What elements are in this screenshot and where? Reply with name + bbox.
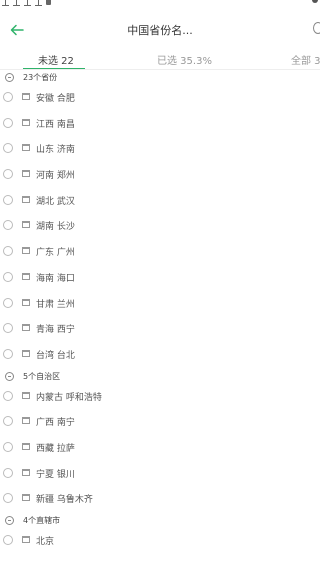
item-label: 新疆 乌鲁木齐 <box>36 495 93 506</box>
radio-button[interactable] <box>3 143 13 154</box>
radio-button[interactable] <box>3 169 13 180</box>
radio-button[interactable] <box>3 441 13 452</box>
tab-all[interactable]: 全部 34 <box>291 52 320 67</box>
document-icon <box>22 93 30 100</box>
battery-icon <box>46 0 51 5</box>
radio-button[interactable] <box>3 535 13 545</box>
signal-icon <box>2 0 9 6</box>
item-label: 青海 西宁 <box>36 325 75 336</box>
document-icon <box>22 349 30 357</box>
item-label: 安徽 合肥 <box>36 94 75 104</box>
item-label: 海南 海口 <box>36 273 75 284</box>
list-item[interactable]: 宁夏 银川 <box>0 462 320 488</box>
group-header[interactable]: 4个直辖市 <box>0 513 320 529</box>
item-label: 广东 广州 <box>36 248 75 259</box>
list-item[interactable]: 湖北 武汉 <box>0 189 320 215</box>
list-item[interactable]: 内蒙古 呼和浩特 <box>0 385 320 411</box>
group-label: 4个直辖市 <box>23 516 61 525</box>
header: 中国省份名... <box>0 10 320 50</box>
collapse-icon[interactable] <box>5 516 14 525</box>
item-label: 河南 郑州 <box>36 171 75 182</box>
page-title: 中国省份名... <box>127 24 193 37</box>
signal-icon <box>35 0 42 6</box>
item-label: 台湾 台北 <box>36 350 75 361</box>
radio-button[interactable] <box>3 271 13 282</box>
list-item[interactable]: 甘肃 兰州 <box>0 292 320 318</box>
item-label: 湖南 长沙 <box>36 222 75 233</box>
list-item[interactable]: 北京 <box>0 529 320 555</box>
tab-unselected[interactable]: 未选 22 <box>38 52 74 67</box>
list-item[interactable]: 安徽 合肥 <box>0 86 320 112</box>
document-icon <box>22 494 30 502</box>
item-label: 广西 南宁 <box>36 418 75 429</box>
group-header[interactable]: 5个自治区 <box>0 369 320 385</box>
tab-bar: 未选 22 已选 35.3% 全部 34 <box>0 48 320 70</box>
document-icon <box>22 221 30 229</box>
list-item[interactable]: 台湾 台北 <box>0 343 320 369</box>
list-item[interactable]: 广东 广州 <box>0 240 320 266</box>
collapse-icon[interactable] <box>5 73 14 82</box>
list-item[interactable]: 湖南 长沙 <box>0 214 320 240</box>
group-label: 5个自治区 <box>23 371 61 381</box>
province-list: 23个省份 安徽 合肥 江西 南昌 山东 济南 河南 郑州 湖北 武汉 湖南 长… <box>0 70 320 555</box>
item-label: 甘肃 兰州 <box>36 299 75 310</box>
list-item[interactable]: 新疆 乌鲁木齐 <box>0 487 320 513</box>
item-label: 山东 济南 <box>36 145 75 156</box>
list-item[interactable]: 山东 济南 <box>0 137 320 163</box>
item-label: 内蒙古 呼和浩特 <box>36 392 102 403</box>
document-icon <box>22 144 30 152</box>
document-icon <box>22 195 30 203</box>
group-label: 23个省份 <box>23 73 58 82</box>
radio-button[interactable] <box>3 117 13 128</box>
document-icon <box>22 391 30 399</box>
radio-button[interactable] <box>3 390 13 401</box>
radio-button[interactable] <box>3 467 13 478</box>
radio-button[interactable] <box>3 92 13 102</box>
item-label: 北京 <box>36 537 55 547</box>
radio-button[interactable] <box>3 246 13 257</box>
list-item[interactable]: 广西 南宁 <box>0 410 320 436</box>
document-icon <box>22 442 30 450</box>
item-label: 西藏 拉萨 <box>36 443 75 454</box>
document-icon <box>22 417 30 425</box>
document-icon <box>22 468 30 476</box>
group-header[interactable]: 23个省份 <box>0 70 320 86</box>
radio-button[interactable] <box>3 297 13 308</box>
radio-button[interactable] <box>3 348 13 359</box>
status-icons <box>2 0 51 6</box>
tab-selected[interactable]: 已选 35.3% <box>157 52 212 67</box>
search-icon[interactable] <box>313 22 320 34</box>
radio-button[interactable] <box>3 194 13 205</box>
collapse-icon[interactable] <box>5 371 14 381</box>
list-item[interactable]: 江西 南昌 <box>0 112 320 138</box>
document-icon <box>22 170 30 178</box>
item-label: 宁夏 银川 <box>36 469 75 480</box>
document-icon <box>22 324 30 332</box>
document-icon <box>22 118 30 126</box>
radio-button[interactable] <box>3 493 13 504</box>
signal-icon <box>13 0 20 6</box>
status-bar <box>0 0 320 10</box>
radio-button[interactable] <box>3 416 13 427</box>
item-label: 湖北 武汉 <box>36 196 75 207</box>
list-item[interactable]: 海南 海口 <box>0 266 320 292</box>
wifi-icon <box>312 0 318 3</box>
document-icon <box>22 247 30 255</box>
item-label: 江西 南昌 <box>36 119 75 130</box>
list-item[interactable]: 西藏 拉萨 <box>0 436 320 462</box>
document-icon <box>22 272 30 280</box>
document-icon <box>22 536 30 543</box>
list-item[interactable]: 河南 郑州 <box>0 163 320 189</box>
radio-button[interactable] <box>3 323 13 334</box>
document-icon <box>22 298 30 306</box>
signal-icon <box>24 0 31 6</box>
radio-button[interactable] <box>3 220 13 231</box>
list-item[interactable]: 青海 西宁 <box>0 317 320 343</box>
